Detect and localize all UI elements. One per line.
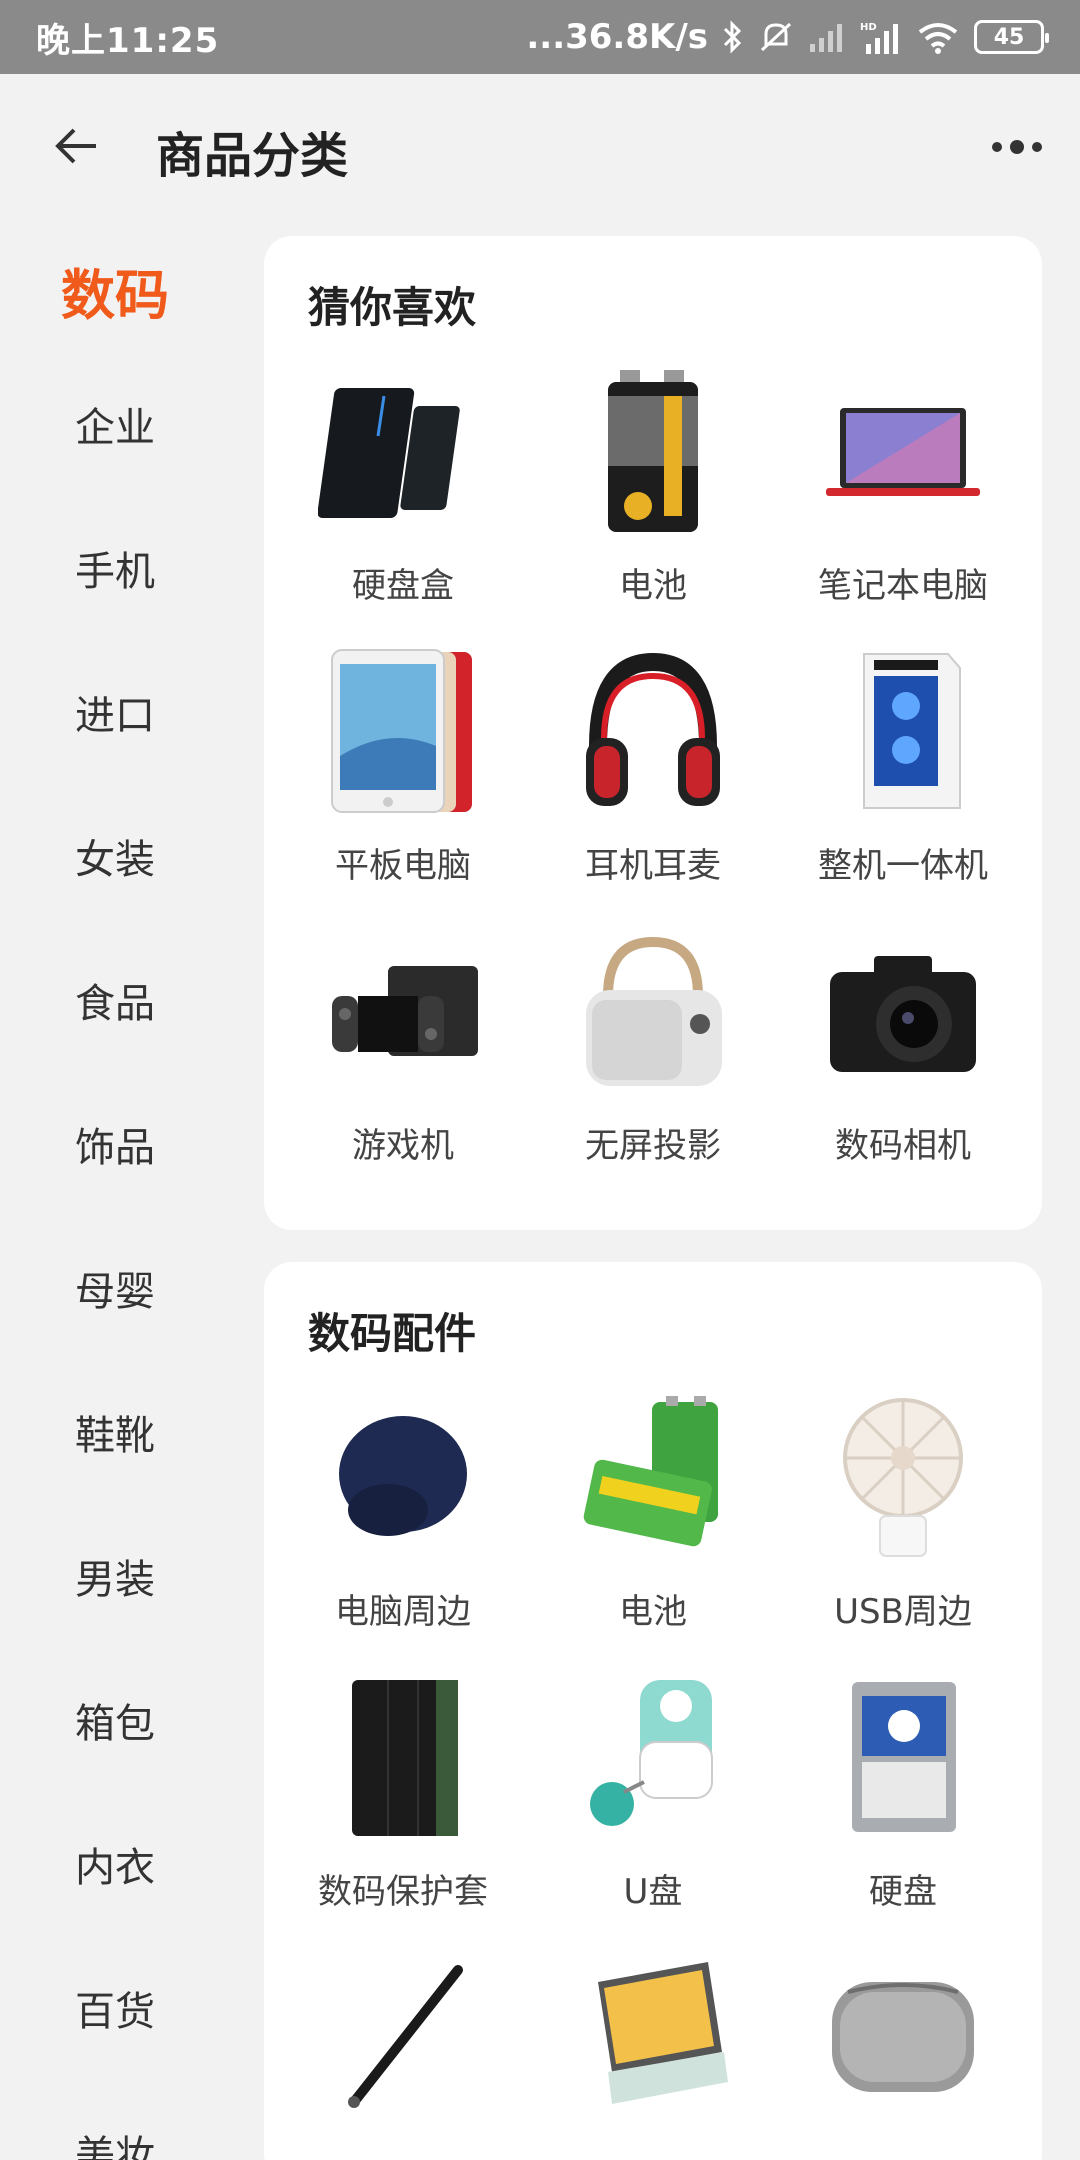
game-console-icon (318, 926, 488, 1096)
tile-label: 笔记本电脑 (818, 566, 988, 606)
category-tile[interactable]: U盘 (528, 1672, 778, 1932)
page-title: 商品分类 (156, 128, 349, 184)
projector-icon (568, 926, 738, 1096)
mousepad-icon (318, 1392, 488, 1562)
sidebar-item-womens[interactable]: 女装 (0, 796, 230, 916)
tile-label: 电池 (619, 1592, 687, 1632)
network-speed: ...36.8K/s (526, 17, 708, 57)
category-tile[interactable]: 电脑周边 (278, 1392, 528, 1652)
sidebar-item-imports[interactable]: 进口 (0, 652, 230, 772)
sidebar-item-jewelry[interactable]: 饰品 (0, 1084, 230, 1204)
sidebar-item-beauty[interactable]: 美妆 (0, 2092, 230, 2160)
hard-drive-icon (818, 1672, 988, 1842)
tablet-icon (318, 646, 488, 816)
tile-label: 无屏投影 (585, 1126, 721, 1166)
laptop-icon (818, 366, 988, 536)
tile-label: 电池 (619, 566, 687, 606)
tile-label: 整机一体机 (818, 846, 988, 886)
svg-text:HD: HD (860, 22, 877, 33)
category-tile[interactable]: 数码保护套 (278, 1672, 528, 1932)
category-tile[interactable]: 硬盘盒 (278, 366, 528, 626)
battery-icon (568, 1392, 738, 1562)
storage-case-icon (818, 1952, 988, 2122)
sidebar-item-enterprise[interactable]: 企业 (0, 364, 230, 484)
battery-icon: 45 (974, 20, 1049, 54)
tile-label: U盘 (623, 1872, 683, 1912)
sidebar-item-underwear[interactable]: 内衣 (0, 1804, 230, 1924)
bluetooth-icon (722, 20, 744, 54)
tile-label: USB周边 (834, 1592, 972, 1632)
category-tile[interactable]: 电池 (528, 1392, 778, 1652)
sidebar-item-bags[interactable]: 箱包 (0, 1660, 230, 1780)
sidebar-item-phones[interactable]: 手机 (0, 508, 230, 628)
status-indicators: ...36.8K/s HD 45 (526, 17, 1049, 57)
tile-label: 游戏机 (352, 1126, 454, 1166)
sidebar-item-general[interactable]: 百货 (0, 1948, 230, 2068)
category-tile[interactable]: 数码相机 (778, 926, 1028, 1186)
status-time: 晚上11:25 (36, 20, 220, 61)
category-tile[interactable] (278, 1952, 528, 2160)
sidebar-item-mens[interactable]: 男装 (0, 1516, 230, 1636)
keyboard-cover-icon (568, 1952, 738, 2122)
tile-label: 硬盘 (869, 1872, 937, 1912)
category-tile[interactable]: 游戏机 (278, 926, 528, 1186)
category-tile[interactable] (528, 1952, 778, 2160)
hdd-enclosure-icon (318, 366, 488, 536)
sidebar-item-food[interactable]: 食品 (0, 940, 230, 1060)
section-title: 数码配件 (308, 1309, 477, 1358)
hd-signal-icon: HD (860, 20, 902, 54)
section-card-accessories: 数码配件 电脑周边 电池 USB周边 数码保护套 U盘 硬盘 (264, 1262, 1042, 2160)
category-tile[interactable]: 电池 (528, 366, 778, 626)
category-sidebar: 数码 企业 手机 进口 女装 食品 饰品 母婴 鞋靴 男装 箱包 内衣 百货 美… (0, 214, 230, 2160)
category-tile[interactable]: 笔记本电脑 (778, 366, 1028, 626)
category-tile[interactable]: 无屏投影 (528, 926, 778, 1186)
tile-label: 硬盘盒 (352, 566, 454, 606)
sidebar-item-shoes[interactable]: 鞋靴 (0, 1372, 230, 1492)
camera-icon (818, 926, 988, 1096)
headphones-icon (568, 646, 738, 816)
section-title: 猜你喜欢 (308, 283, 477, 332)
sidebar-item-baby[interactable]: 母婴 (0, 1228, 230, 1348)
category-tile[interactable]: 耳机耳麦 (528, 646, 778, 906)
wifi-icon (916, 20, 960, 54)
section-card-recommended: 猜你喜欢 硬盘盒 电池 笔记本电脑 平板电脑 耳机耳麦 整机一体机 游戏机 无屏… (264, 236, 1042, 1230)
usb-fan-icon (818, 1392, 988, 1562)
stylus-pen-icon (318, 1952, 488, 2122)
sidebar-item-digital[interactable]: 数码 (0, 230, 230, 350)
tile-label: 平板电脑 (335, 846, 471, 886)
category-tile[interactable]: 硬盘 (778, 1672, 1028, 1932)
back-button[interactable] (44, 114, 108, 178)
signal-icon (808, 22, 846, 52)
tile-label: 数码相机 (835, 1126, 971, 1166)
more-dots-icon (992, 142, 1002, 152)
desktop-tower-icon (818, 646, 988, 816)
tile-label: 耳机耳麦 (585, 846, 721, 886)
category-tile[interactable] (778, 1952, 1028, 2160)
header: 商品分类 (0, 74, 1080, 214)
arrow-left-icon (55, 128, 96, 164)
status-bar: 晚上11:25 ...36.8K/s HD 45 (0, 0, 1080, 74)
tile-label: 电脑周边 (335, 1592, 471, 1632)
category-tile[interactable]: 整机一体机 (778, 646, 1028, 906)
tablet-case-icon (318, 1672, 488, 1842)
mute-icon (758, 20, 794, 54)
category-tile[interactable]: USB周边 (778, 1392, 1028, 1652)
category-tile[interactable]: 平板电脑 (278, 646, 528, 906)
more-options-button[interactable] (982, 122, 1052, 172)
tile-label: 数码保护套 (318, 1872, 488, 1912)
usb-drive-icon (568, 1672, 738, 1842)
battery-9v-icon (568, 366, 738, 536)
